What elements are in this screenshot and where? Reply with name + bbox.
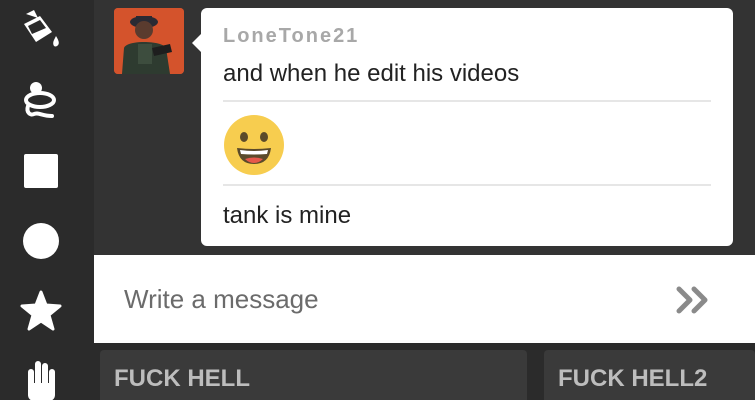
board-title: FUCK HELL xyxy=(114,365,250,392)
circle-icon xyxy=(23,223,59,259)
paint-bucket-icon xyxy=(24,10,59,47)
message-bubble: LoneTone21 and when he edit his videos t… xyxy=(192,8,733,246)
avatar-image xyxy=(114,8,184,74)
message-text: and when he edit his videos xyxy=(223,60,520,87)
star-icon xyxy=(20,290,62,331)
square-icon xyxy=(24,154,58,188)
ellipse-tool[interactable] xyxy=(18,218,64,264)
message-composer xyxy=(94,255,755,343)
double-chevron-right-icon xyxy=(676,286,708,314)
lasso-tool[interactable] xyxy=(18,76,64,122)
message-username[interactable]: LoneTone21 xyxy=(223,25,359,48)
message-input[interactable] xyxy=(124,279,644,319)
tool-sidebar xyxy=(0,0,83,400)
board-card[interactable]: FUCK HELL2 xyxy=(544,350,755,400)
hand-icon xyxy=(28,361,55,400)
lasso-icon xyxy=(24,82,56,118)
avatar[interactable] xyxy=(114,8,184,74)
board-title: FUCK HELL2 xyxy=(558,365,708,392)
board-card[interactable]: FUCK HELL xyxy=(100,350,527,400)
grinning-face-emoji xyxy=(223,114,285,176)
grinning-face-icon xyxy=(224,115,284,175)
message-divider xyxy=(223,100,711,102)
paint-bucket-tool[interactable] xyxy=(18,8,64,54)
hand-tool[interactable] xyxy=(18,356,64,400)
star-tool[interactable] xyxy=(18,288,64,334)
message-divider xyxy=(223,184,711,186)
message-text: tank is mine xyxy=(223,202,352,229)
rectangle-tool[interactable] xyxy=(18,148,64,194)
send-button[interactable] xyxy=(674,283,714,317)
